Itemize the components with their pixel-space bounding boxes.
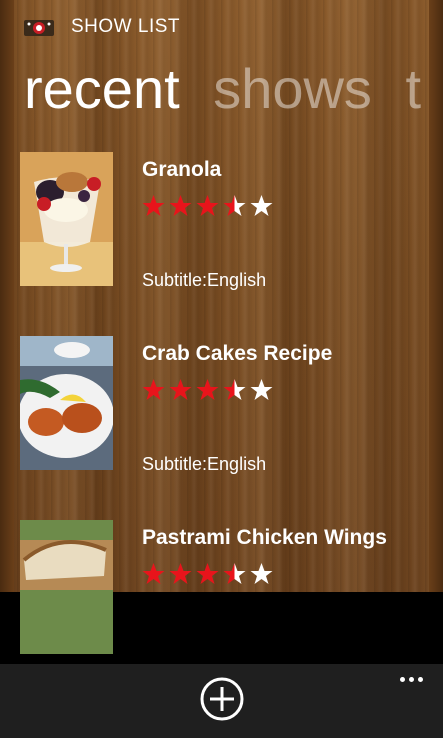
pivot-tab-next[interactable]: t (406, 57, 422, 120)
app-title: SHOW LIST (71, 16, 181, 37)
star-empty-icon (250, 379, 273, 400)
item-title: Granola (142, 158, 222, 181)
star-filled-icon (169, 563, 192, 584)
star-half-icon (223, 563, 246, 584)
item-title: Pastrami Chicken Wings (142, 526, 387, 549)
list-item[interactable]: Pastrami Chicken Wings (0, 520, 443, 670)
dot (399, 676, 405, 682)
pivot-header: recent shows t (24, 54, 439, 124)
star-filled-icon (142, 563, 165, 584)
star-half-icon (223, 379, 246, 400)
star-filled-icon (196, 563, 219, 584)
star-filled-icon (169, 379, 192, 400)
rating-stars (140, 378, 275, 402)
star-half-icon (223, 195, 246, 216)
more-options-icon[interactable] (394, 670, 428, 688)
star-empty-icon (250, 195, 273, 216)
application-bar (0, 664, 443, 738)
star-filled-icon (196, 195, 219, 216)
star-filled-icon (142, 195, 165, 216)
rating-stars (140, 194, 275, 218)
item-title: Crab Cakes Recipe (142, 342, 333, 365)
pastrami-thumbnail[interactable] (20, 520, 113, 654)
dot (408, 676, 414, 682)
star-empty-icon (250, 563, 273, 584)
list-item[interactable]: Granola Subtitle:English (0, 152, 443, 302)
crab-cakes-thumbnail[interactable] (20, 336, 113, 470)
pivot-tab-recent[interactable]: recent (24, 57, 180, 120)
star-filled-icon (196, 379, 219, 400)
granola-thumbnail[interactable] (20, 152, 113, 286)
star-filled-icon (169, 195, 192, 216)
item-subtitle: Subtitle:English (142, 454, 267, 474)
rating-stars (140, 562, 275, 586)
dot (417, 676, 423, 682)
list-item[interactable]: Crab Cakes Recipe Subtitle:English (0, 336, 443, 486)
star-filled-icon (142, 379, 165, 400)
add-icon[interactable] (199, 676, 245, 722)
app-logo-icon (24, 20, 54, 36)
pivot-tab-shows[interactable]: shows (213, 57, 372, 120)
item-subtitle: Subtitle:English (142, 270, 267, 290)
